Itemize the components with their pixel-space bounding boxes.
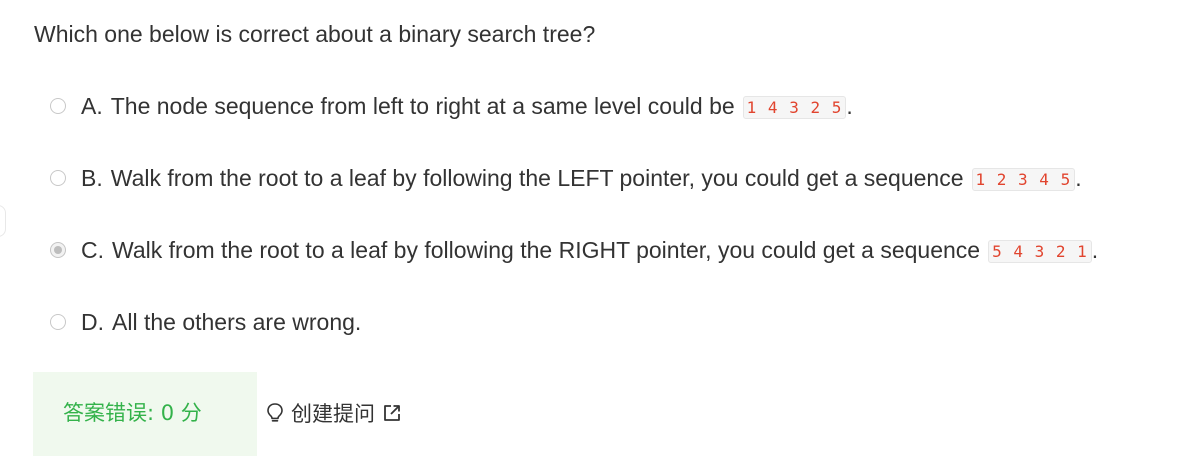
option-b-text: Walk from the root to a leaf by followin… [110,164,964,191]
option-d-letter: D. [81,308,104,335]
option-a-period: . [846,92,853,119]
create-question-link[interactable]: 创建提问 [266,397,402,429]
option-b-radio[interactable] [50,170,66,186]
external-link-icon [382,403,402,423]
result-label: 答案错误: 0 分 [63,401,202,425]
question-page: Which one below is correct about a binar… [0,0,1204,462]
option-c-text: Walk from the root to a leaf by followin… [112,236,981,263]
option-c-radio[interactable] [50,242,66,258]
question-text: Which one below is correct about a binar… [34,21,596,47]
option-a[interactable]: A. The node sequence from left to right … [50,88,853,124]
option-d-text: All the others are wrong. [112,308,362,335]
option-a-letter: A. [81,92,103,119]
option-b-letter: B. [81,164,103,191]
option-c[interactable]: C. Walk from the root to a leaf by follo… [50,232,1098,268]
option-d-radio[interactable] [50,314,66,330]
option-c-period: . [1091,236,1099,263]
option-c-letter: C. [81,236,104,263]
option-a-sequence: 1 4 3 2 5 [742,95,847,119]
option-b[interactable]: B. Walk from the root to a leaf by follo… [50,160,1082,196]
lightbulb-icon [266,402,284,424]
option-b-sequence: 1 2 3 4 5 [971,167,1076,191]
option-c-sequence: 5 4 3 2 1 [988,239,1092,263]
option-a-text: The node sequence from left to right at … [110,92,735,119]
side-handle[interactable] [0,205,6,237]
create-question-label: 创建提问 [291,402,375,426]
option-a-radio[interactable] [50,98,66,114]
option-b-period: . [1075,164,1082,191]
option-d[interactable]: D. All the others are wrong. [50,304,361,340]
